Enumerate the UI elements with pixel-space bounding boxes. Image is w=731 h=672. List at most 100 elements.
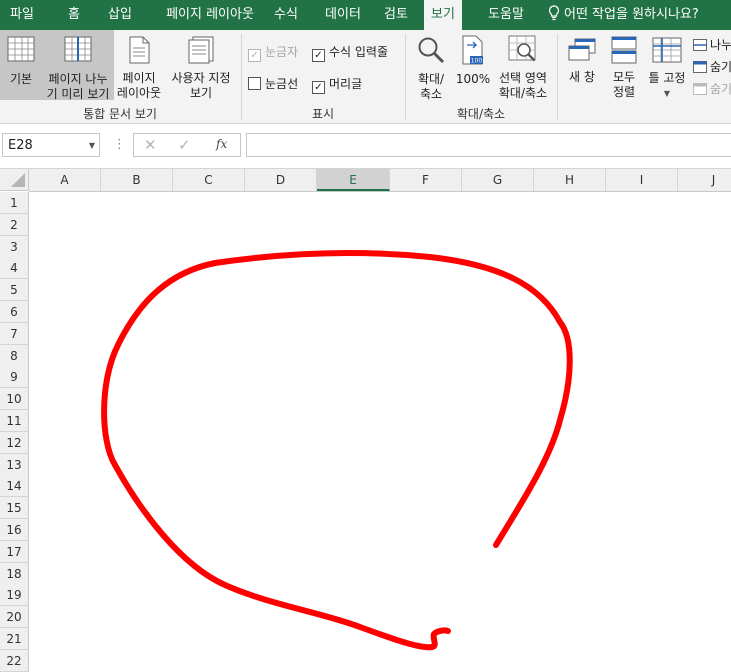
svg-text:100: 100 bbox=[471, 58, 483, 65]
checkmark-icon: ✓ bbox=[312, 81, 325, 94]
row-header-1[interactable]: 1 bbox=[0, 192, 29, 214]
gridlines-checkbox[interactable]: 눈금선 bbox=[248, 75, 298, 92]
formula-bar: E28 ▼ ⋮ ✕ ✓ fx bbox=[0, 124, 731, 169]
zoom-label2: 축소 bbox=[419, 87, 443, 101]
split-icon bbox=[693, 39, 707, 51]
row-header-14[interactable]: 14 bbox=[0, 475, 29, 498]
column-header-b[interactable]: B bbox=[101, 169, 173, 191]
split-button[interactable]: 나누 bbox=[693, 36, 731, 53]
tab-help[interactable]: 도움말 bbox=[478, 0, 534, 30]
row-header-22[interactable]: 22 bbox=[0, 649, 29, 672]
row-header-11[interactable]: 11 bbox=[0, 410, 29, 432]
zoom-selection-label1: 선택 영역 bbox=[499, 71, 547, 85]
row-header-6[interactable]: 6 bbox=[0, 301, 29, 323]
row-header-16[interactable]: 16 bbox=[0, 519, 29, 541]
name-box[interactable]: E28 ▼ bbox=[2, 133, 100, 157]
tab-page-layout[interactable]: 페이지 레이아웃 bbox=[148, 0, 272, 30]
normal-view-button[interactable]: 기본 bbox=[0, 30, 42, 100]
column-header-j[interactable]: J bbox=[678, 169, 731, 191]
normal-view-icon bbox=[7, 36, 35, 62]
row-header-2[interactable]: 2 bbox=[0, 213, 29, 236]
row-header-5[interactable]: 5 bbox=[0, 279, 29, 302]
row-header-15[interactable]: 15 bbox=[0, 497, 29, 520]
page-break-preview-label1: 페이지 나누 bbox=[48, 72, 108, 86]
headings-label: 머리글 bbox=[329, 77, 363, 91]
row-header-4[interactable]: 4 bbox=[0, 257, 29, 280]
row-header-13[interactable]: 13 bbox=[0, 453, 29, 476]
formula-input[interactable] bbox=[246, 133, 731, 157]
row-header-3[interactable]: 3 bbox=[0, 235, 29, 258]
formula-bar-checkbox[interactable]: ✓ 수식 입력줄 bbox=[312, 43, 388, 62]
tab-insert[interactable]: 삽입 bbox=[100, 0, 140, 30]
row-header-10[interactable]: 10 bbox=[0, 388, 29, 411]
column-header-h[interactable]: H bbox=[534, 169, 606, 191]
freeze-panes-label: 틀 고정 bbox=[648, 71, 686, 85]
zoom-selection-label2: 확대/축소 bbox=[498, 86, 548, 100]
split-label: 나누 bbox=[710, 38, 731, 52]
page-layout-view-icon bbox=[129, 36, 150, 64]
row-header-21[interactable]: 21 bbox=[0, 628, 29, 650]
magnifier-icon bbox=[418, 37, 445, 64]
row-header-7[interactable]: 7 bbox=[0, 322, 29, 345]
freeze-panes-button[interactable]: 틀 고정 ▼ bbox=[645, 30, 689, 100]
insert-function-icon[interactable]: fx bbox=[216, 137, 227, 151]
ribbon: 기본 페이지 나누 기 미리 보기 페이지 레이아웃 사용자 지정 보기 통합 … bbox=[0, 30, 731, 124]
column-header-i[interactable]: I bbox=[606, 169, 678, 191]
unhide-button[interactable]: 숨기 bbox=[693, 80, 731, 97]
row-header-8[interactable]: 8 bbox=[0, 344, 29, 367]
tab-file[interactable]: 파일 bbox=[0, 0, 44, 30]
row-header-17[interactable]: 17 bbox=[0, 540, 29, 563]
formula-bar-label: 수식 입력줄 bbox=[329, 45, 389, 59]
zoom-100-button[interactable]: 100 100% bbox=[454, 30, 492, 100]
page-break-preview-button[interactable]: 페이지 나누 기 미리 보기 bbox=[42, 30, 114, 101]
unhide-icon bbox=[693, 83, 707, 95]
page-layout-view-label1: 페이지 bbox=[122, 71, 156, 85]
new-window-button[interactable]: 새 창 bbox=[562, 30, 602, 100]
enter-icon[interactable]: ✓ bbox=[178, 136, 191, 154]
headings-checkbox[interactable]: ✓ 머리글 bbox=[312, 75, 362, 94]
column-headers: ABCDEFGHIJ bbox=[29, 169, 731, 192]
chevron-down-icon: ▼ bbox=[663, 89, 671, 98]
column-header-g[interactable]: G bbox=[462, 169, 534, 191]
tab-view[interactable]: 보기 bbox=[424, 0, 462, 31]
column-header-f[interactable]: F bbox=[390, 169, 462, 191]
select-all-corner[interactable] bbox=[0, 169, 29, 191]
custom-views-button[interactable]: 사용자 지정 보기 bbox=[164, 30, 238, 100]
chevron-down-icon[interactable]: ▼ bbox=[89, 134, 95, 158]
zoom-button[interactable]: 확대/ 축소 bbox=[410, 30, 452, 101]
page-layout-view-label2: 레이아웃 bbox=[116, 86, 162, 100]
hide-button[interactable]: 숨기 bbox=[693, 58, 731, 75]
zoom-group-label: 확대/축소 bbox=[456, 107, 506, 121]
tab-data[interactable]: 데이터 bbox=[318, 0, 368, 30]
new-window-label: 새 창 bbox=[569, 70, 595, 84]
tell-me-search[interactable]: 어떤 작업을 원하시나요? bbox=[548, 0, 728, 30]
column-header-a[interactable]: A bbox=[29, 169, 101, 191]
hide-icon bbox=[693, 61, 707, 73]
vertical-dots-icon[interactable]: ⋮ bbox=[113, 133, 126, 157]
page-layout-view-button[interactable]: 페이지 레이아웃 bbox=[116, 30, 162, 100]
zoom-to-selection-button[interactable]: 선택 영역 확대/축소 bbox=[494, 30, 552, 100]
formula-buttons: ✕ ✓ fx bbox=[133, 133, 241, 157]
row-header-12[interactable]: 12 bbox=[0, 431, 29, 454]
row-header-20[interactable]: 20 bbox=[0, 606, 29, 629]
row-header-19[interactable]: 19 bbox=[0, 584, 29, 607]
ribbon-tab-bar: 파일 홈 삽입 페이지 레이아웃 수식 데이터 검토 보기 도움말 어떤 작업을… bbox=[0, 0, 731, 31]
tab-formulas[interactable]: 수식 bbox=[268, 0, 304, 30]
lightbulb-icon bbox=[548, 5, 560, 21]
row-header-18[interactable]: 18 bbox=[0, 562, 29, 585]
cancel-icon[interactable]: ✕ bbox=[144, 136, 157, 154]
zoom-100-label: 100% bbox=[455, 72, 491, 86]
row-header-9[interactable]: 9 bbox=[0, 366, 29, 389]
tab-review[interactable]: 검토 bbox=[376, 0, 416, 30]
column-header-d[interactable]: D bbox=[245, 169, 317, 191]
tab-home[interactable]: 홈 bbox=[56, 0, 92, 30]
custom-views-label2: 보기 bbox=[189, 86, 213, 100]
column-header-e[interactable]: E bbox=[317, 169, 390, 191]
arrange-all-button[interactable]: 모두 정렬 bbox=[604, 30, 644, 100]
zoom-100-icon: 100 bbox=[462, 35, 483, 65]
ruler-checkbox[interactable]: ✓ 눈금자 bbox=[248, 43, 298, 62]
custom-views-label1: 사용자 지정 bbox=[171, 71, 231, 85]
column-header-c[interactable]: C bbox=[173, 169, 245, 191]
zoom-selection-icon bbox=[508, 35, 536, 62]
arrange-all-label2: 정렬 bbox=[612, 85, 636, 99]
